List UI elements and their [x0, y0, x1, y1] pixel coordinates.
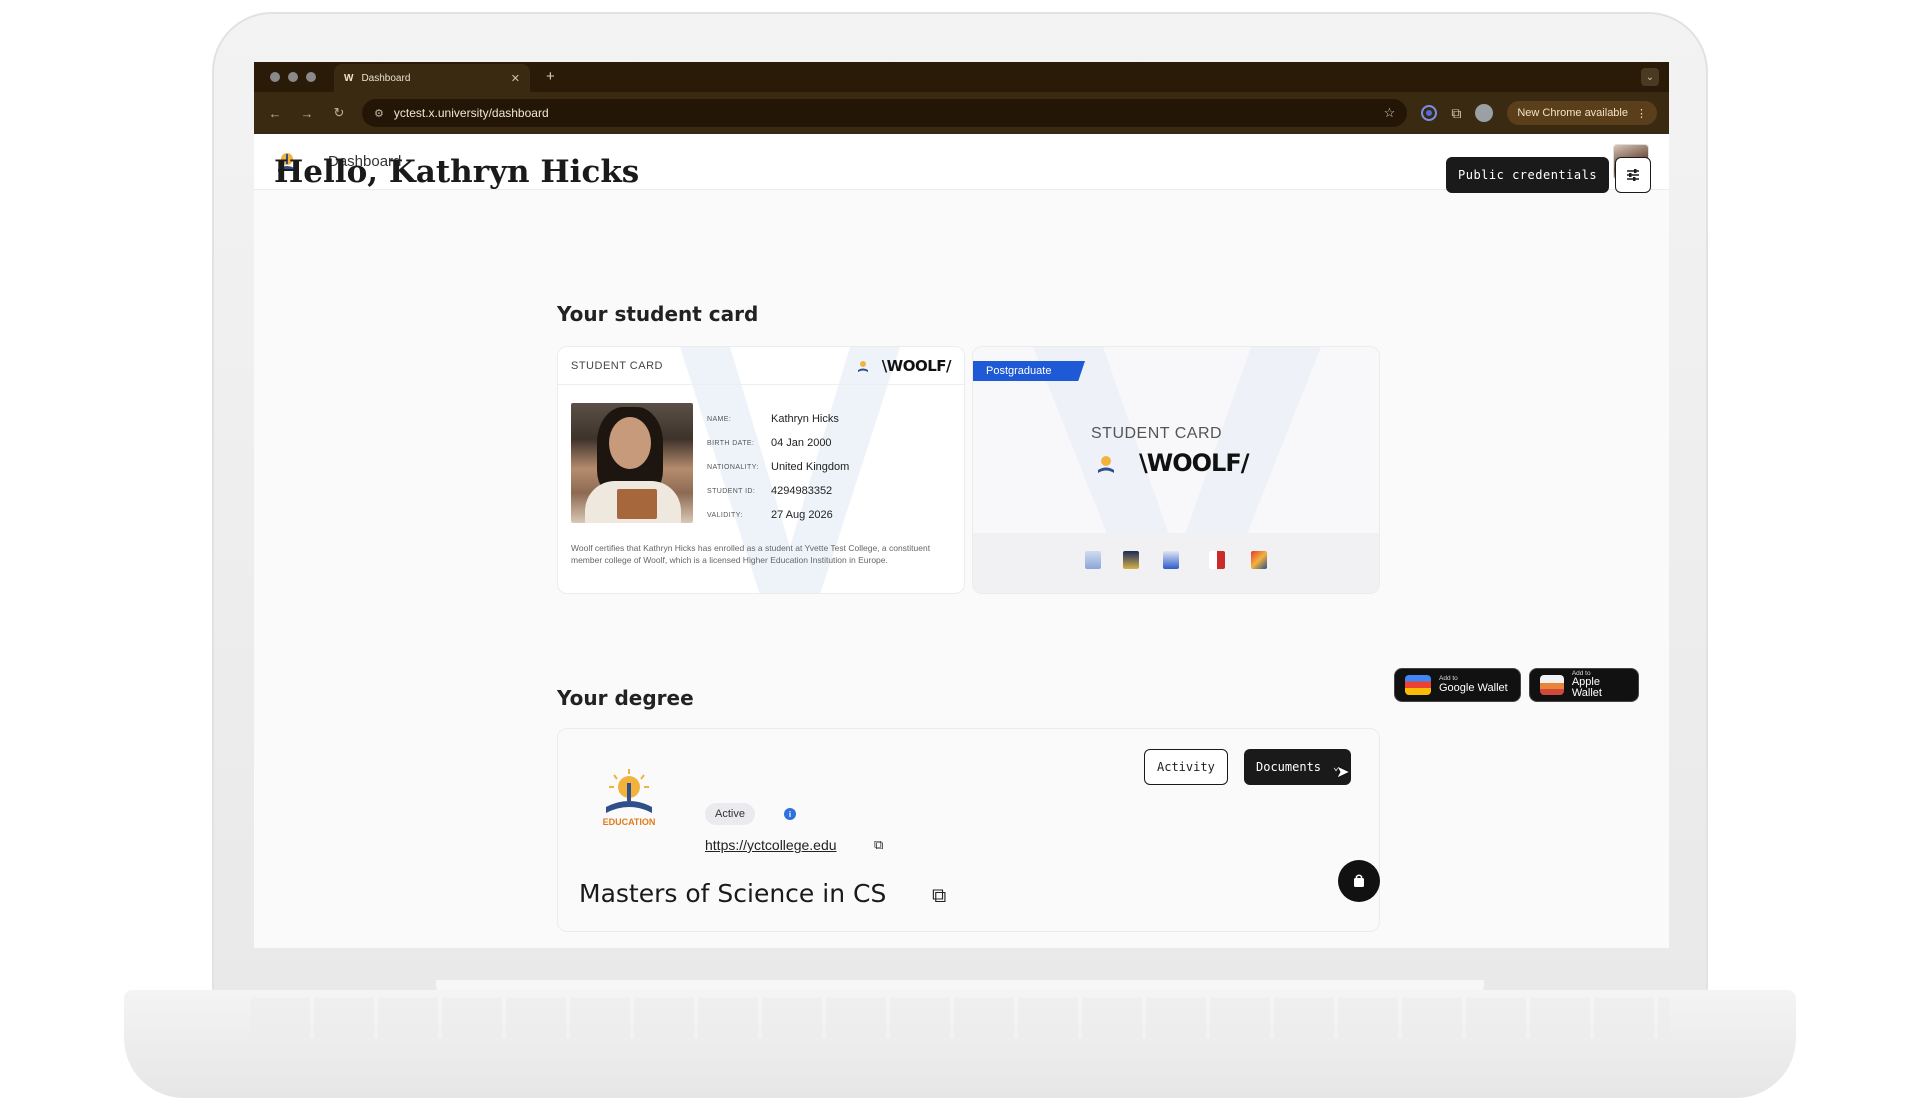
reload-icon[interactable]: ↻	[330, 105, 348, 121]
detail-key: NAME:	[707, 415, 732, 423]
tab-search-icon[interactable]: ⌄	[1641, 68, 1659, 86]
partner-logo-icon	[1163, 551, 1179, 569]
apple-wallet-icon	[1540, 675, 1564, 695]
tab-title: Dashboard	[361, 72, 411, 84]
new-tab-icon[interactable]: +	[546, 68, 555, 85]
profile-avatar-icon[interactable]	[1475, 104, 1494, 122]
tab-favicon-icon: W	[344, 72, 354, 84]
partner-logo-icon	[1209, 551, 1225, 569]
external-link-icon[interactable]: ⧉	[874, 837, 883, 853]
wallet-big-label: Apple Wallet	[1571, 676, 1602, 700]
update-label: New Chrome available	[1517, 107, 1628, 119]
filter-settings-button[interactable]	[1615, 157, 1651, 193]
close-window-icon[interactable]	[270, 72, 280, 82]
apple-wallet-text: Add to Apple Wallet	[1571, 670, 1628, 700]
close-tab-icon[interactable]: ✕	[511, 72, 520, 85]
partner-logo-icon	[1085, 551, 1101, 569]
college-mini-logo-icon	[857, 360, 868, 372]
college-mini-logo-icon	[1098, 456, 1114, 473]
degree-title[interactable]: Masters of Science in CS	[579, 879, 886, 908]
bag-icon	[1354, 874, 1364, 887]
browser-tab-dashboard[interactable]: W Dashboard ✕	[334, 64, 530, 92]
more-menu-icon: ⋮	[1636, 107, 1647, 120]
detail-key: STUDENT ID:	[707, 487, 756, 495]
wallet-big-label: Google Wallet	[1439, 681, 1508, 694]
card-back-label: STUDENT CARD	[1091, 425, 1223, 442]
student-card-front[interactable]: STUDENT CARD \WOOLF/ NAME: Kathryn Hicks…	[557, 346, 965, 594]
degree-card: EDUCATION Activity Documents ⌄ Active i …	[557, 728, 1380, 932]
student-card-section-title: Your student card	[557, 302, 759, 326]
degree-section-title: Your degree	[557, 686, 694, 710]
detail-value: 4294983352	[771, 485, 833, 497]
postgraduate-badge: Postgraduate	[973, 361, 1085, 381]
site-settings-icon[interactable]: ⚙	[374, 107, 384, 120]
card-front-label: STUDENT CARD	[571, 359, 663, 372]
student-card-back[interactable]: Postgraduate STUDENT CARD \WOOLF/	[972, 346, 1380, 594]
chrome-update-button[interactable]: New Chrome available ⋮	[1507, 101, 1657, 125]
status-badge: Active	[705, 803, 755, 825]
education-logo-icon: EDUCATION	[603, 769, 656, 827]
page-greeting: Hello, Kathryn Hicks	[274, 154, 640, 190]
minimize-window-icon[interactable]	[288, 72, 298, 82]
google-wallet-icon	[1405, 675, 1431, 695]
window-controls	[270, 72, 316, 82]
activity-button[interactable]: Activity	[1144, 749, 1228, 785]
maximize-window-icon[interactable]	[306, 72, 316, 82]
woolf-brand-large: \WOOLF/	[1139, 449, 1249, 477]
extensions-puzzle-icon[interactable]: ⧉	[1451, 105, 1461, 122]
detail-key: NATIONALITY:	[707, 463, 759, 471]
card-front-header: STUDENT CARD \WOOLF/	[558, 347, 964, 385]
url-text: yctest.x.university/dashboard	[393, 106, 549, 120]
woolf-brand: \WOOLF/	[881, 356, 952, 375]
laptop-keyboard	[250, 998, 1670, 1038]
student-photo	[571, 403, 693, 523]
google-wallet-text: Add to Google Wallet	[1439, 676, 1508, 694]
sliders-icon	[1627, 169, 1639, 181]
browser-tab-strip: W Dashboard ✕ + ⌄	[254, 62, 1669, 92]
public-credentials-button[interactable]: Public credentials	[1446, 157, 1610, 193]
detail-row-student-id: STUDENT ID: 4294983352	[707, 479, 849, 503]
add-to-google-wallet-button[interactable]: Add to Google Wallet	[1394, 668, 1521, 702]
floating-action-button[interactable]	[1338, 860, 1380, 902]
detail-row-birth-date: BIRTH DATE: 04 Jan 2000	[707, 431, 849, 455]
detail-key: VALIDITY:	[707, 511, 743, 519]
college-website-link[interactable]: https://yctcollege.edu	[705, 837, 837, 853]
detail-row-name: NAME: Kathryn Hicks	[707, 407, 849, 431]
extension-icon[interactable]	[1421, 105, 1438, 121]
detail-value: Kathryn Hicks	[771, 413, 839, 425]
documents-button[interactable]: Documents ⌄	[1244, 749, 1352, 785]
documents-label: Documents	[1256, 760, 1322, 774]
partner-logo-icon	[1123, 551, 1139, 569]
forward-icon[interactable]: →	[298, 106, 316, 121]
education-logo-text: EDUCATION	[603, 817, 656, 827]
info-icon[interactable]: i	[784, 808, 796, 820]
browser-toolbar: ← → ↻ ⚙ yctest.x.university/dashboard ☆ …	[254, 92, 1669, 134]
external-link-icon[interactable]: ⧉	[932, 885, 946, 908]
detail-row-validity: VALIDITY: 27 Aug 2026	[707, 503, 849, 527]
add-to-apple-wallet-button[interactable]: Add to Apple Wallet	[1529, 668, 1639, 702]
bookmark-star-icon[interactable]: ☆	[1384, 105, 1396, 121]
detail-row-nationality: NATIONALITY: United Kingdom	[707, 455, 849, 479]
partner-logo-icon	[1251, 551, 1267, 569]
detail-key: BIRTH DATE:	[707, 439, 755, 447]
card-certification-text: Woolf certifies that Kathryn Hicks has e…	[571, 543, 931, 565]
detail-value: United Kingdom	[771, 461, 850, 473]
screen: W Dashboard ✕ + ⌄ ← → ↻ ⚙ yctest.x.unive…	[254, 62, 1669, 948]
detail-value: 27 Aug 2026	[771, 509, 833, 521]
mouse-cursor-icon: ➤	[1336, 764, 1350, 781]
student-details: NAME: Kathryn Hicks BIRTH DATE: 04 Jan 2…	[707, 407, 849, 527]
detail-value: 04 Jan 2000	[771, 437, 832, 449]
back-icon[interactable]: ←	[266, 106, 284, 121]
address-bar[interactable]: ⚙ yctest.x.university/dashboard ☆	[362, 99, 1408, 127]
